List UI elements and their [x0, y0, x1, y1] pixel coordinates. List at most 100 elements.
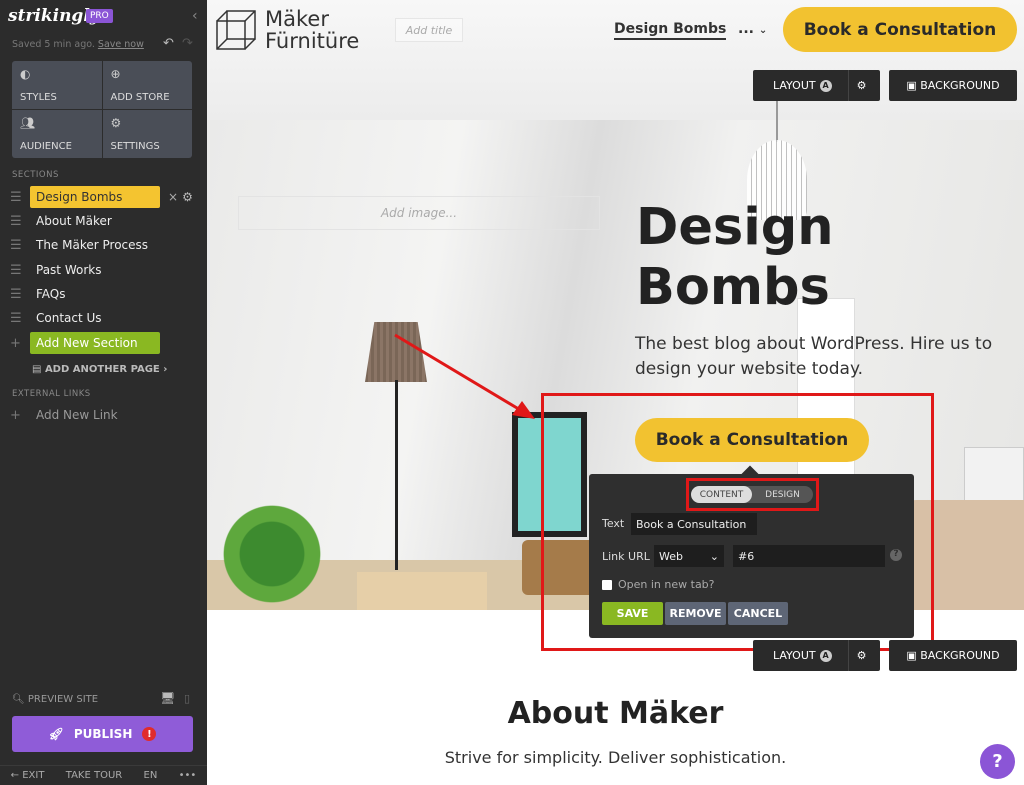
styles-button[interactable]: ◐ STYLES [12, 61, 102, 109]
gear-icon[interactable]: ⚙ [849, 70, 875, 101]
about-subtitle[interactable]: Strive for simplicity. Deliver sophistic… [207, 748, 1024, 767]
add-new-section-button[interactable]: + Add New Section [10, 332, 200, 354]
layout-button[interactable]: LAYOUT A [753, 70, 849, 101]
hero-title[interactable]: Design Bombs [636, 198, 936, 318]
about-title[interactable]: About Mäker [207, 696, 1024, 731]
header-cta-button[interactable]: Book a Consultation [783, 7, 1017, 52]
drag-handle-icon[interactable]: ☰ [10, 311, 24, 326]
alert-icon: ! [142, 727, 157, 741]
plus-icon: + [10, 335, 21, 351]
layout-badge: A [819, 649, 832, 662]
section-item-contact[interactable]: ☰ Contact Us [10, 307, 200, 329]
search-icon: 🔍︎ [12, 694, 25, 705]
drag-handle-icon[interactable]: ☰ [10, 287, 24, 302]
desktop-view-icon[interactable]: 🖥︎ [160, 691, 175, 705]
annotation-arrow-icon [394, 333, 535, 419]
plant-image [207, 470, 337, 610]
publish-label: PUBLISH [73, 727, 133, 741]
nav-more-dropdown[interactable]: ... ⌄ [738, 21, 767, 37]
mobile-view-icon[interactable]: ▯ [184, 692, 190, 705]
editor-tools-grid: ◐ STYLES ⊕ ADD STORE 👥︎ AUDIENCE ⚙ SETTINGS [12, 61, 192, 158]
chevron-down-icon: ⌄ [758, 25, 768, 36]
button-text-input[interactable]: Book a Consultation [631, 513, 757, 535]
nav-more-label: ... [738, 21, 754, 37]
link-type-value: Web [659, 549, 683, 563]
tile-label: ADD STORE [110, 92, 170, 103]
section-label: About Mäker [36, 214, 112, 228]
cube-logo-icon [216, 10, 256, 50]
section-item-faqs[interactable]: ☰ FAQs [10, 283, 200, 305]
section-item-past-works[interactable]: ☰ Past Works [10, 259, 200, 281]
background-button[interactable]: ▣ BACKGROUND [889, 70, 1017, 101]
link-url-input[interactable]: #6 [733, 545, 885, 567]
help-chat-button[interactable]: ? [980, 744, 1015, 779]
section-item-design-bombs[interactable]: ☰ Design Bombs × ⚙ [10, 186, 200, 208]
add-image-placeholder[interactable]: Add image... [238, 196, 600, 230]
audience-button[interactable]: 👥︎ AUDIENCE [12, 110, 102, 158]
background-button[interactable]: ▣ BACKGROUND [889, 640, 1017, 671]
hero-text[interactable]: The best blog about WordPress. Hire us t… [635, 332, 995, 382]
nav-link-design-bombs[interactable]: Design Bombs [614, 21, 727, 40]
section-item-about[interactable]: ☰ About Mäker [10, 210, 200, 232]
undo-icon[interactable]: ↶ [163, 36, 174, 51]
logo-line-1: Mäker [265, 7, 329, 31]
add-title-placeholder[interactable]: Add title [395, 18, 463, 42]
add-store-button[interactable]: ⊕ ADD STORE [102, 61, 192, 109]
save-button[interactable]: SAVE [602, 602, 663, 625]
editor-sidebar: strikingly PRO ‹ Saved 5 min ago. Save n… [0, 0, 207, 785]
save-now-link[interactable]: Save now [98, 39, 144, 50]
background-label: BACKGROUND [920, 79, 1000, 92]
exit-label: EXIT [22, 770, 45, 781]
external-links-header: EXTERNAL LINKS [12, 389, 91, 399]
tile-label: SETTINGS [110, 141, 160, 152]
add-new-link-button[interactable]: + Add New Link [10, 404, 200, 426]
sidebar-footer: ← EXIT TAKE TOUR EN ••• [0, 765, 207, 785]
drag-handle-icon[interactable]: ☰ [10, 263, 24, 278]
layout-button[interactable]: LAYOUT A [753, 640, 849, 671]
section-label: Contact Us [36, 311, 102, 325]
gear-icon[interactable]: ⚙ [849, 640, 875, 671]
image-icon: ▣ [906, 649, 921, 662]
publish-button[interactable]: 🚀︎ PUBLISH! [12, 716, 193, 752]
open-new-tab-label: Open in new tab? [618, 578, 715, 591]
redo-icon[interactable]: ↷ [182, 36, 193, 51]
background-label: BACKGROUND [920, 649, 1000, 662]
section-label: Past Works [36, 263, 102, 277]
remove-button[interactable]: REMOVE [665, 602, 726, 625]
delete-section-icon[interactable]: × [168, 190, 178, 204]
add-another-page-button[interactable]: ▤ ADD ANOTHER PAGE › [32, 364, 167, 375]
preview-site-button[interactable]: 🔍︎ PREVIEW SITE [12, 694, 98, 705]
section-label: Design Bombs [30, 186, 160, 208]
gear-icon: ⚙ [110, 116, 122, 130]
pro-badge: PRO [86, 9, 113, 23]
tile-label: AUDIENCE [20, 141, 72, 152]
layout-label: LAYOUT [773, 649, 816, 662]
drag-handle-icon[interactable]: ☰ [10, 214, 24, 229]
drag-handle-icon[interactable]: ☰ [10, 238, 24, 253]
site-logo[interactable]: Mäker Fürnitüre [215, 8, 359, 52]
section-settings-icon[interactable]: ⚙ [182, 190, 193, 204]
text-label: Text [602, 517, 625, 530]
more-options-button[interactable]: ••• [179, 770, 197, 781]
sections-header: SECTIONS [12, 170, 59, 180]
link-type-select[interactable]: Web ⌄ [654, 545, 724, 567]
open-new-tab-option[interactable]: Open in new tab? [602, 578, 715, 591]
open-new-tab-checkbox[interactable] [602, 579, 612, 590]
chevron-down-icon: ⌄ [709, 549, 719, 563]
layout-toolbar-about: LAYOUT A ⚙ [753, 640, 880, 671]
image-icon: ▣ [906, 79, 921, 92]
layout-badge: A [819, 79, 832, 92]
collapse-sidebar-icon[interactable]: ‹ [192, 8, 198, 24]
settings-button[interactable]: ⚙ SETTINGS [102, 110, 192, 158]
add-link-label: Add New Link [36, 408, 118, 422]
exit-button[interactable]: ← EXIT [11, 770, 45, 781]
logo-text: Mäker Fürnitüre [265, 8, 359, 52]
cancel-button[interactable]: CANCEL [728, 602, 788, 625]
drag-handle-icon[interactable]: ☰ [10, 190, 24, 205]
take-tour-button[interactable]: TAKE TOUR [66, 770, 122, 781]
layout-label: LAYOUT [773, 79, 816, 92]
store-bag-icon: ⊕ [110, 67, 121, 81]
section-item-process[interactable]: ☰ The Mäker Process [10, 234, 200, 256]
help-icon[interactable]: ? [890, 549, 902, 561]
language-button[interactable]: EN [144, 770, 158, 781]
